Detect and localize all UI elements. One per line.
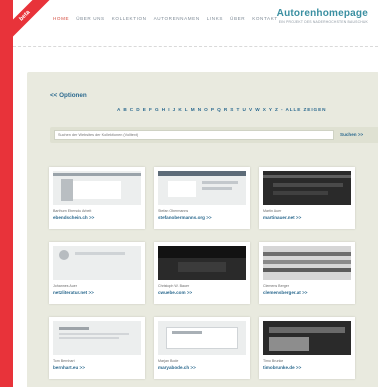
site-logo[interactable]: Autorenhomepage — [277, 8, 368, 19]
site-thumbnail[interactable] — [158, 171, 246, 205]
author-link[interactable]: maryabode.ch >> — [158, 365, 196, 370]
author-link[interactable]: martinauer.net >> — [263, 215, 301, 220]
author-link[interactable]: ebendschein.ch >> — [53, 215, 94, 220]
author-link[interactable]: stefanobermanns.org >> — [158, 215, 212, 220]
author-card[interactable]: Timo Brunke timobrunke.de >> — [259, 317, 355, 379]
author-link[interactable]: timobrunke.de >> — [263, 365, 301, 370]
author-card[interactable]: Christoph W. Bauer cwuebe.com >> — [154, 242, 250, 304]
author-name: Martin Auer — [263, 209, 282, 213]
author-card[interactable]: Tom Bernhart bernhart.eu >> — [49, 317, 145, 379]
author-card[interactable]: Clemens Berger clemensberger.at >> — [259, 242, 355, 304]
main-nav: HOME ÜBER UNS KOLLEKTION AUTORENNAMEN LI… — [53, 16, 278, 21]
beta-badge: beta — [13, 0, 51, 42]
site-thumbnail[interactable] — [53, 171, 141, 205]
author-name: Stefan Obermanns — [158, 209, 189, 213]
options-link[interactable]: << Optionen — [50, 92, 87, 99]
site-thumbnail[interactable] — [263, 321, 351, 355]
author-name: Barthurn Ebersdu Arbeit — [53, 209, 92, 213]
author-link[interactable]: netzliteratur.net >> — [53, 290, 94, 295]
brand[interactable]: Autorenhomepage EIN PROJEKT DES NADERHOC… — [277, 8, 368, 24]
divider — [13, 46, 378, 47]
author-name: Marjan Bode — [158, 359, 179, 363]
nav-ueber[interactable]: ÜBER — [230, 16, 245, 21]
author-link[interactable]: bernhart.eu >> — [53, 365, 85, 370]
nav-kontakt[interactable]: KONTAKT — [252, 16, 278, 21]
alphabet-filter[interactable]: A B C D E F G H I J K L M N O P Q R S T … — [117, 107, 326, 112]
site-thumbnail[interactable] — [53, 246, 141, 280]
author-name: Johannes Auer — [53, 284, 77, 288]
nav-links[interactable]: LINKS — [207, 16, 223, 21]
site-thumbnail[interactable] — [263, 171, 351, 205]
author-name: Tom Bernhart — [53, 359, 75, 363]
nav-home[interactable]: HOME — [53, 16, 69, 21]
site-thumbnail[interactable] — [263, 246, 351, 280]
collection-panel: << Optionen A B C D E F G H I J K L M N … — [27, 72, 378, 387]
site-thumbnail[interactable] — [158, 246, 246, 280]
search-button[interactable]: Suchen >> — [340, 130, 363, 140]
author-card[interactable]: Marjan Bode maryabode.ch >> — [154, 317, 250, 379]
nav-kollektion[interactable]: KOLLEKTION — [112, 16, 147, 21]
author-name: Timo Brunke — [263, 359, 284, 363]
nav-ueber-uns[interactable]: ÜBER UNS — [76, 16, 105, 21]
author-card[interactable]: Barthurn Ebersdu Arbeit ebendschein.ch >… — [49, 167, 145, 229]
author-link[interactable]: clemensberger.at >> — [263, 290, 307, 295]
site-thumbnail[interactable] — [158, 321, 246, 355]
search-input[interactable] — [54, 130, 334, 140]
search-bar: Suchen >> — [50, 127, 378, 143]
author-name: Clemens Berger — [263, 284, 289, 288]
author-card[interactable]: Johannes Auer netzliteratur.net >> — [49, 242, 145, 304]
author-card[interactable]: Martin Auer martinauer.net >> — [259, 167, 355, 229]
author-link[interactable]: cwuebe.com >> — [158, 290, 192, 295]
author-name: Christoph W. Bauer — [158, 284, 190, 288]
page: beta HOME ÜBER UNS KOLLEKTION AUTORENNAM… — [13, 0, 378, 387]
site-thumbnail[interactable] — [53, 321, 141, 355]
author-card[interactable]: Stefan Obermanns stefanobermanns.org >> — [154, 167, 250, 229]
site-tagline: EIN PROJEKT DES NADERHOCHSTEN BAUSCHUK — [278, 20, 368, 24]
nav-autorennamen[interactable]: AUTORENNAMEN — [154, 16, 200, 21]
